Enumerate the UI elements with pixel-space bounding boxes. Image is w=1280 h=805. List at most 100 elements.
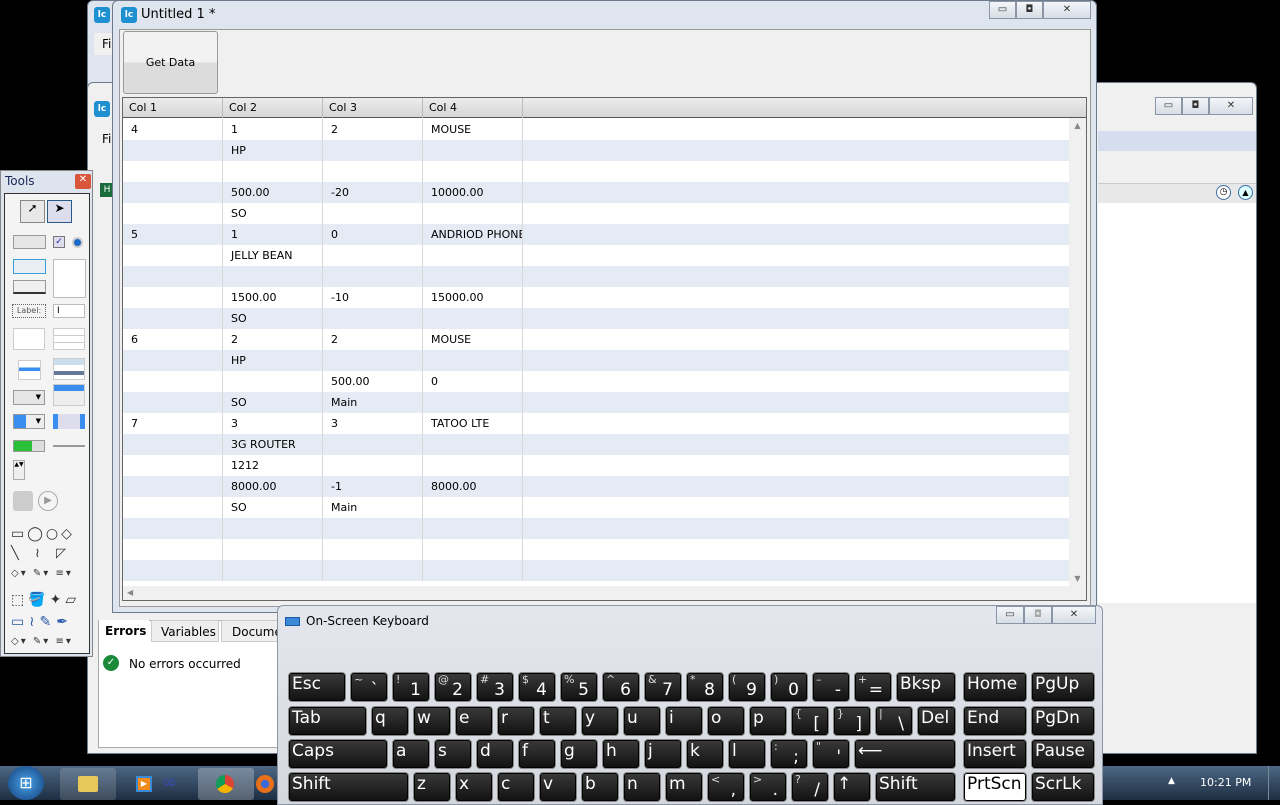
show-desktop-button[interactable] (1268, 766, 1280, 800)
table-row[interactable]: 6 2 2 MOUSE (123, 329, 1069, 350)
play-icon[interactable]: ▶ (38, 491, 58, 511)
table-row[interactable] (123, 539, 1069, 560)
table-row[interactable]: SO Main (123, 392, 1069, 413)
table-cell[interactable] (323, 245, 423, 266)
table-cell[interactable] (423, 518, 523, 539)
table-cell[interactable] (323, 539, 423, 560)
table-cell[interactable] (123, 140, 223, 161)
table-cell[interactable] (423, 455, 523, 476)
table-cell[interactable] (323, 140, 423, 161)
key-,[interactable]: <, (707, 772, 745, 802)
paint-tools-2[interactable]: ▭≀✎✒ (11, 614, 73, 630)
combo-box-tool-icon[interactable]: ▼ (13, 414, 45, 429)
pointer-tool-icon[interactable]: ➚ (20, 200, 45, 223)
table-cell[interactable] (423, 266, 523, 287)
table-cell[interactable]: 8000.00 (223, 476, 323, 497)
key-;[interactable]: :; (770, 739, 808, 769)
key-pgdn[interactable]: PgDn (1031, 706, 1095, 736)
checkbox-tool-icon[interactable]: ✓ (53, 236, 65, 248)
label-tool-icon[interactable]: Label: (12, 304, 46, 318)
table-cell[interactable]: HP (223, 140, 323, 161)
key-5[interactable]: % 5 (560, 672, 598, 702)
table-cell[interactable]: SO (223, 497, 323, 518)
close-button[interactable]: ✕ (1052, 606, 1096, 624)
table-cell[interactable]: 5 (123, 224, 223, 245)
line-tools[interactable]: ╲ ≀ ◸ (11, 546, 72, 561)
table-cell[interactable]: 1 (223, 224, 323, 245)
key-o[interactable]: o (707, 706, 745, 736)
table-cell[interactable]: 8000.00 (423, 476, 523, 497)
table-cell[interactable] (423, 434, 523, 455)
table-cell[interactable] (123, 371, 223, 392)
button-tool-icon[interactable] (13, 235, 46, 249)
key-'[interactable]: " ' (812, 739, 850, 769)
table-cell[interactable] (423, 308, 523, 329)
key-\[interactable]: | \ (875, 706, 913, 736)
data-grid-tool-icon[interactable] (53, 358, 85, 380)
key-insert[interactable]: Insert (963, 739, 1027, 769)
table-cell[interactable] (123, 161, 223, 182)
table-row[interactable]: 3G ROUTER (123, 434, 1069, 455)
key-pause[interactable]: Pause (1031, 739, 1095, 769)
key-w[interactable]: w (413, 706, 451, 736)
popup-tool-icon[interactable] (53, 414, 85, 429)
close-button[interactable]: ✕ (1209, 97, 1253, 115)
paint-tools[interactable]: ⬚🪣✦▱ (11, 592, 80, 608)
key-p[interactable]: p (749, 706, 787, 736)
paint-options[interactable]: ◇▾ ✎▾ ≡▾ (11, 636, 73, 647)
table-cell[interactable] (123, 560, 223, 581)
table-cell[interactable]: 2 (323, 329, 423, 350)
slider-tool-icon[interactable] (53, 445, 85, 447)
key-v[interactable]: v (539, 772, 577, 802)
table-cell[interactable] (223, 161, 323, 182)
column-header[interactable]: Col 3 (323, 98, 423, 118)
table-cell[interactable]: 0 (323, 224, 423, 245)
key-b[interactable]: b (581, 772, 619, 802)
table-cell[interactable] (423, 161, 523, 182)
table-cell[interactable]: 4 (123, 119, 223, 140)
key-0[interactable]: ) 0 (770, 672, 808, 702)
key-home[interactable]: Home (963, 672, 1027, 702)
table-row[interactable]: 500.00 0 (123, 371, 1069, 392)
table-cell[interactable]: 1 (223, 119, 323, 140)
key-`[interactable]: ~ ` (350, 672, 388, 702)
table-cell[interactable] (223, 560, 323, 581)
scrolling-field-tool-icon[interactable] (13, 328, 45, 350)
table-cell[interactable] (123, 308, 223, 329)
table-cell[interactable]: 1212 (223, 455, 323, 476)
table-row[interactable] (123, 161, 1069, 182)
menu-file[interactable]: Fi (102, 37, 111, 51)
table-cell[interactable]: SO (223, 392, 323, 413)
table-cell[interactable] (123, 203, 223, 224)
table-row[interactable] (123, 266, 1069, 287)
table-cell[interactable]: 1500.00 (223, 287, 323, 308)
table-cell[interactable] (323, 518, 423, 539)
taskbar-chrome[interactable] (198, 768, 254, 800)
table-cell[interactable]: Main (323, 392, 423, 413)
key-s[interactable]: s (434, 739, 472, 769)
minimize-button[interactable]: ▭ (989, 1, 1016, 19)
key-i[interactable]: i (665, 706, 703, 736)
key-j[interactable]: j (644, 739, 682, 769)
key-⟵[interactable]: ⟵ (854, 739, 956, 769)
close-button[interactable]: ✕ (1043, 1, 1091, 19)
table-tool-icon[interactable] (53, 328, 85, 350)
table-cell[interactable]: SO (223, 203, 323, 224)
table-cell[interactable]: 3 (223, 413, 323, 434)
key-u[interactable]: u (623, 706, 661, 736)
scrollbar-tool-icon[interactable]: ▲▼ (13, 460, 25, 480)
key-c[interactable]: c (497, 772, 535, 802)
key-g[interactable]: g (560, 739, 598, 769)
key-e[interactable]: e (455, 706, 493, 736)
table-cell[interactable] (423, 539, 523, 560)
table-cell[interactable] (423, 350, 523, 371)
table-cell[interactable]: -10 (323, 287, 423, 308)
table-row[interactable]: 1500.00 -10 15000.00 (123, 287, 1069, 308)
table-cell[interactable] (423, 497, 523, 518)
key-/[interactable]: ? / (791, 772, 829, 802)
key-shift[interactable]: Shift (875, 772, 956, 802)
table-cell[interactable]: 500.00 (223, 182, 323, 203)
maximize-button[interactable]: ◘ (1016, 1, 1043, 19)
table-row[interactable] (123, 518, 1069, 539)
table-cell[interactable] (123, 287, 223, 308)
